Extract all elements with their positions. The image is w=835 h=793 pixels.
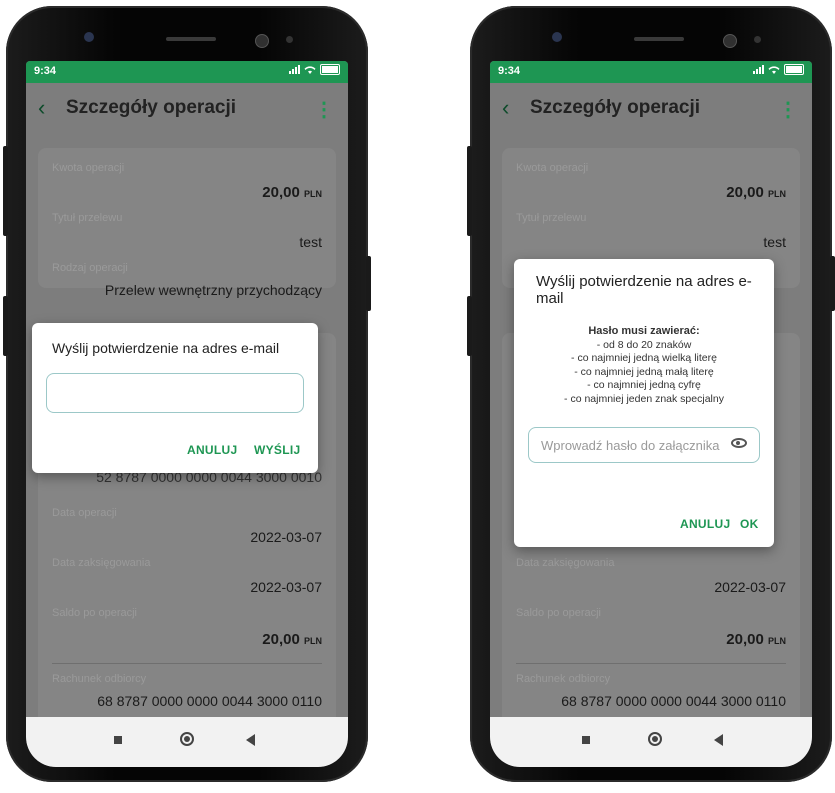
requirement-item: - co najmniej jedną cyfrę [587, 379, 701, 391]
operation-date-label: Data operacji [52, 507, 117, 519]
balance-value: 20,00 PLN [262, 631, 322, 648]
back-chevron-icon[interactable]: ‹ [38, 95, 45, 121]
password-dialog: Wyślij potwierdzenie na adres e-mail Has… [514, 259, 774, 547]
divider [516, 663, 786, 664]
phone-top-bezel [6, 28, 368, 58]
status-bar: 9:34 [26, 61, 348, 83]
system-nav-bar [490, 717, 812, 767]
home-icon[interactable] [648, 732, 662, 746]
balance-value: 20,00 PLN [726, 631, 786, 648]
email-dialog: Wyślij potwierdzenie na adres e-mail ANU… [32, 323, 318, 473]
volume-button [3, 146, 8, 236]
recipient-account-label: Rachunek odbiorcy [516, 673, 611, 685]
operation-type-label: Rodzaj operacji [52, 262, 128, 274]
booking-date-label: Data zaksięgowania [52, 557, 151, 569]
kebab-menu-icon[interactable]: ⋮ [314, 97, 334, 122]
balance-label: Saldo po operacji [516, 607, 602, 619]
assistant-button [467, 296, 472, 356]
page-title: Szczegóły operacji [530, 97, 701, 118]
phone-right: 9:34 ‹ Szczegóły operacji ⋮ Kwota operac… [467, 6, 835, 782]
requirements-heading: Hasło musi zawierać: [588, 325, 700, 337]
status-time: 9:34 [34, 65, 57, 77]
sensor-icon [255, 34, 269, 48]
booking-date-label: Data zaksięgowania [516, 557, 615, 569]
front-camera-icon [84, 32, 94, 42]
operation-date-value: 2022-03-07 [250, 529, 322, 545]
app-bar: ‹ Szczegóły operacji ⋮ [490, 83, 812, 133]
back-icon[interactable] [714, 734, 723, 746]
password-field[interactable] [528, 427, 760, 463]
app-bar: ‹ Szczegóły operacji ⋮ [26, 83, 348, 133]
power-button [366, 256, 371, 311]
battery-icon [320, 64, 340, 75]
kebab-menu-icon[interactable]: ⋮ [778, 97, 798, 122]
details-card-top: Kwota operacji 20,00 PLN Tytuł przelewu … [38, 148, 336, 298]
status-icons [752, 64, 804, 75]
operation-type-value: Przelew wewnętrzny przychodzący [104, 282, 322, 298]
send-button[interactable]: WYŚLIJ [254, 443, 300, 457]
power-button [830, 256, 835, 311]
wifi-icon [304, 66, 316, 74]
status-icons [288, 64, 340, 75]
phone-left: 9:34 ‹ Szczegóły operacji ⋮ Kwota operac… [3, 6, 371, 782]
battery-icon [784, 64, 804, 75]
back-chevron-icon[interactable]: ‹ [502, 95, 509, 121]
phone-top-bezel [470, 28, 832, 58]
status-bar: 9:34 [490, 61, 812, 83]
password-requirements: Hasło musi zawierać: - od 8 do 20 znaków… [514, 325, 774, 406]
email-input[interactable] [47, 374, 303, 412]
assistant-button [3, 296, 8, 356]
proximity-sensor-icon [754, 36, 761, 43]
booking-date-value: 2022-03-07 [250, 579, 322, 595]
sensor-icon [723, 34, 737, 48]
recent-apps-icon[interactable] [582, 736, 590, 744]
eye-icon[interactable] [731, 438, 747, 448]
status-time: 9:34 [498, 65, 521, 77]
balance-label: Saldo po operacji [52, 607, 138, 619]
amount-value: 20,00 PLN [726, 184, 786, 201]
recipient-account-label: Rachunek odbiorcy [52, 673, 147, 685]
earpiece-speaker [634, 37, 684, 41]
screen: 9:34 ‹ Szczegóły operacji ⋮ Kwota operac… [26, 61, 348, 767]
back-icon[interactable] [246, 734, 255, 746]
signal-icon [753, 65, 764, 74]
page-title: Szczegóły operacji [66, 97, 237, 118]
requirement-item: - co najmniej jedną małą literę [574, 365, 714, 378]
recipient-account-value: 68 8787 0000 0000 0044 3000 0110 [561, 693, 786, 709]
wifi-icon [768, 66, 780, 74]
cancel-button[interactable]: ANULUJ [187, 443, 237, 457]
password-input[interactable] [529, 428, 759, 462]
home-icon[interactable] [180, 732, 194, 746]
requirement-item: - co najmniej jeden znak specjalny [564, 392, 724, 405]
proximity-sensor-icon [286, 36, 293, 43]
earpiece-speaker [166, 37, 216, 41]
recipient-account-value: 68 8787 0000 0000 0044 3000 0110 [97, 693, 322, 709]
amount-label: Kwota operacji [52, 162, 125, 174]
front-camera-icon [552, 32, 562, 42]
cancel-button[interactable]: ANULUJ [680, 517, 730, 531]
amount-value: 20,00 PLN [262, 184, 322, 201]
amount-label: Kwota operacji [516, 162, 589, 174]
transfer-title-value: test [299, 234, 322, 250]
volume-button [467, 146, 472, 236]
ok-button[interactable]: OK [740, 517, 759, 531]
screen: 9:34 ‹ Szczegóły operacji ⋮ Kwota operac… [490, 61, 812, 767]
requirement-item: - od 8 do 20 znaków [596, 338, 692, 351]
transfer-title-label: Tytuł przelewu [52, 212, 123, 224]
dialog-title: Wyślij potwierdzenie na adres e-mail [536, 273, 752, 307]
recent-apps-icon[interactable] [114, 736, 122, 744]
email-field[interactable] [46, 373, 304, 413]
transfer-title-value: test [763, 234, 786, 250]
system-nav-bar [26, 717, 348, 767]
divider [52, 663, 322, 664]
signal-icon [289, 65, 300, 74]
transfer-title-label: Tytuł przelewu [516, 212, 587, 224]
requirement-item: - co najmniej jedną wielką literę [571, 352, 717, 364]
booking-date-value: 2022-03-07 [714, 579, 786, 595]
dialog-title: Wyślij potwierdzenie na adres e-mail [52, 340, 280, 356]
